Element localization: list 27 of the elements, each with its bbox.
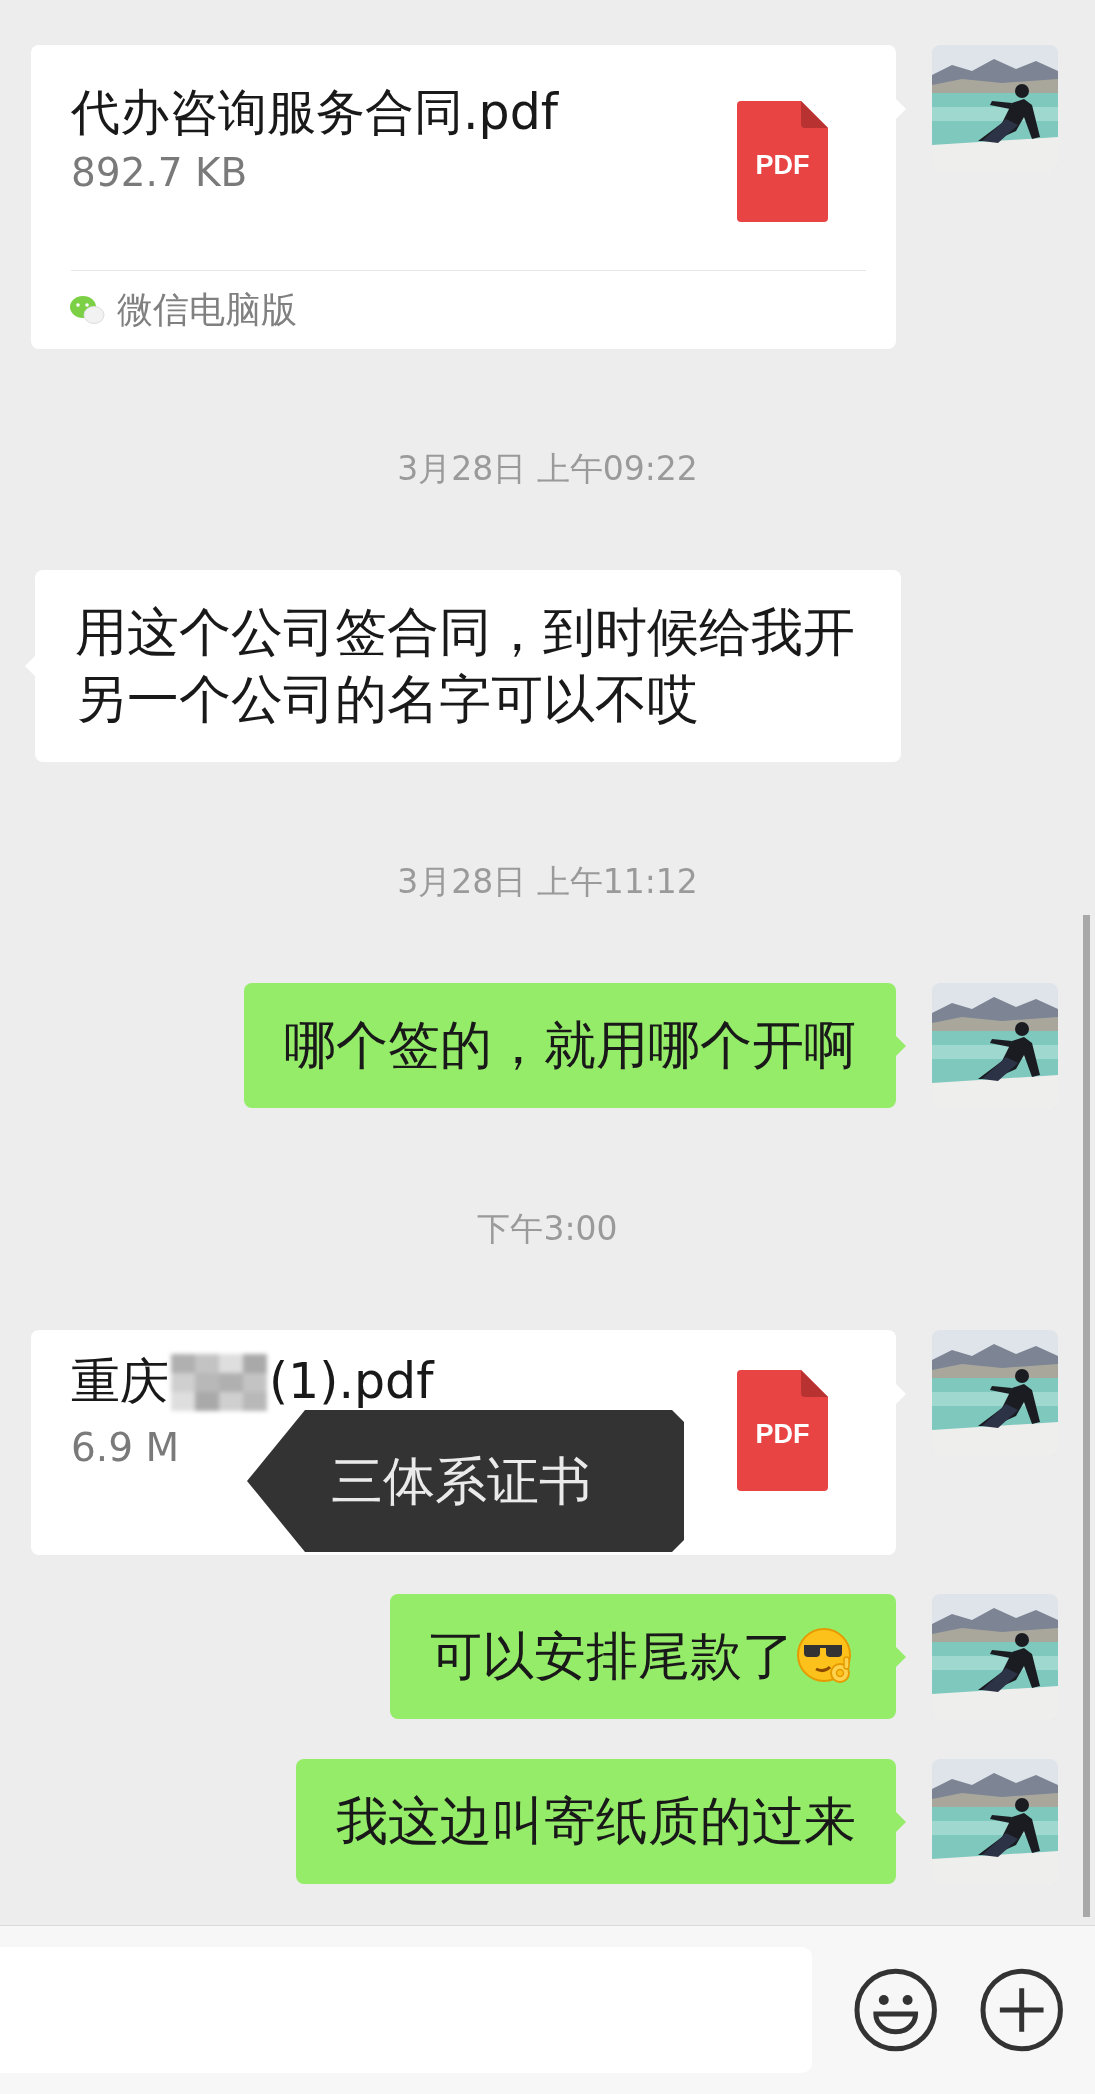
- bubble-tail: [896, 1036, 906, 1056]
- file-name: (1).pdf: [269, 1352, 434, 1412]
- file-name: 重庆: [71, 1352, 169, 1412]
- file-icon: [737, 1370, 828, 1491]
- file-size: 892.7 KB: [71, 149, 248, 197]
- source-label: 微信电脑版: [117, 287, 297, 332]
- timestamp: 3月28日 上午11:12: [397, 861, 698, 903]
- emoji-icon[interactable]: [854, 1968, 938, 2052]
- scrollbar[interactable]: [1083, 915, 1090, 1917]
- file-card[interactable]: 代办咨询服务合同.pdf 892.7 KB PDF 微信电脑版: [31, 45, 896, 349]
- bubble-tail: [896, 1647, 906, 1667]
- file-type-label: PDF: [754, 149, 811, 182]
- bubble-tail: [896, 1812, 906, 1832]
- plus-icon[interactable]: [979, 1968, 1063, 2052]
- timestamp: 3月28日 上午09:22: [397, 448, 698, 490]
- file-size: 6.9 M: [71, 1424, 180, 1472]
- chat-bubbles-icon: [69, 295, 105, 325]
- message-bubble: 用这个公司签合同，到时候给我开另一个公司的名字可以不哎: [35, 570, 901, 762]
- file-type-label: PDF: [754, 1418, 811, 1451]
- file-name: 代办咨询服务合同.pdf: [71, 83, 559, 143]
- tooltip: 三体系证书: [247, 1410, 684, 1552]
- message-bubble: 哪个签的，就用哪个开啊: [244, 983, 896, 1108]
- timestamp: 下午3:00: [477, 1208, 618, 1250]
- file-card[interactable]: 重庆 (1).pdf 6.9 M PDF 三体系证书: [31, 1330, 896, 1555]
- file-icon: [737, 101, 828, 222]
- message-bubble: 我这边叫寄纸质的过来: [296, 1759, 896, 1884]
- message-bubble: 可以安排尾款了: [390, 1594, 896, 1719]
